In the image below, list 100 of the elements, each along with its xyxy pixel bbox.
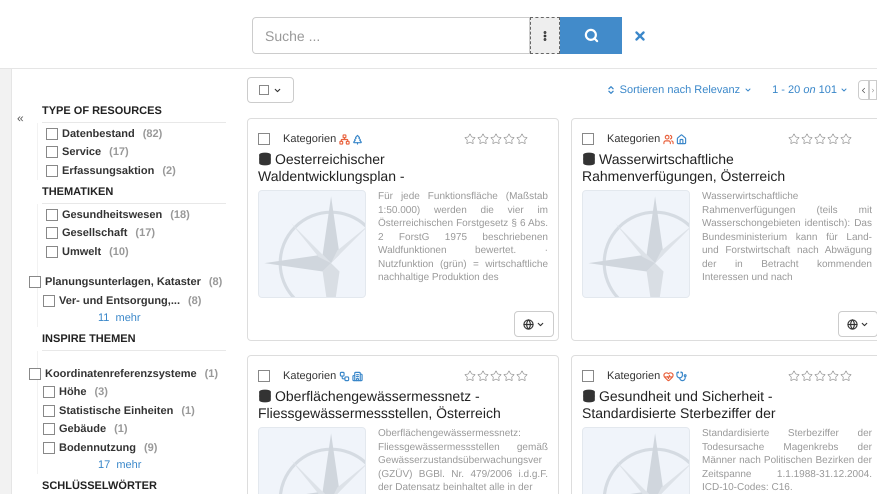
- star-icon[interactable]: [464, 370, 476, 382]
- star-icon[interactable]: [464, 133, 476, 145]
- facet-label[interactable]: Gesundheitswesen: [62, 206, 162, 223]
- checkbox[interactable]: [582, 133, 594, 145]
- checkbox[interactable]: [258, 133, 270, 145]
- checkbox[interactable]: [29, 368, 41, 380]
- paging-dropdown[interactable]: 1 - 20 on 101: [772, 82, 848, 98]
- facet-count: (2): [162, 164, 176, 178]
- facet-count: (18): [170, 208, 190, 222]
- star-icon[interactable]: [814, 370, 826, 382]
- result-description: Wasserwirtschaftliche Rahmenverfügungen (teils mit Wasserschongebieten identisch): Das Bundesministerium kann für Land- und Forstwirtschaft nach Abwägung der in Betracht kommenden Interessen und nach: [702, 190, 872, 285]
- facet-count: (17): [109, 145, 129, 160]
- result-description: Oberflächengewässermessnetz: Fliessgewässermessstellen gemäß Gewässerzustandsüberwachungsver (GZÜV) BGBl. Nr. 479/2006 i.d.g.F. der Datensatz beinhaltet alle in der: [378, 427, 548, 494]
- sort-icon: [606, 85, 616, 95]
- result-title[interactable]: Gesundheit und Sicherheit - Standardisierte Sterbeziffer der: [582, 388, 872, 422]
- facet-label[interactable]: Gebäude: [59, 421, 106, 438]
- show-more-link[interactable]: 17 mehr: [38, 457, 232, 474]
- facet-label[interactable]: Planungsunterlagen, Kataster: [45, 274, 201, 290]
- checkbox[interactable]: [43, 404, 55, 417]
- star-rating[interactable]: [788, 370, 852, 382]
- facet-heading: SCHLÜSSELWÖRTER: [42, 478, 226, 494]
- select-all-dropdown[interactable]: [247, 77, 294, 103]
- facet-label[interactable]: Datenbestand: [62, 126, 135, 142]
- result-title[interactable]: Wasserwirtschaftliche Rahmenverfügungen, Österreich: [582, 151, 872, 185]
- category-label: Kategorien: [607, 132, 660, 147]
- star-icon[interactable]: [840, 370, 852, 382]
- globe-dropdown-button[interactable]: [514, 311, 554, 337]
- star-icon[interactable]: [801, 370, 813, 382]
- checkbox[interactable]: [46, 208, 58, 221]
- facet-heading: THEMATIKEN: [42, 184, 226, 204]
- facet-label[interactable]: Statistische Einheiten: [59, 402, 174, 419]
- facet-label[interactable]: Umwelt: [62, 244, 102, 260]
- checkbox[interactable]: [582, 370, 594, 382]
- caret-icon: [840, 86, 848, 94]
- star-icon[interactable]: [788, 370, 800, 382]
- chevron-right-icon: [870, 86, 876, 94]
- facet-label[interactable]: Ver- und Entsorgung,...: [59, 292, 180, 309]
- globe-dropdown-button[interactable]: [838, 311, 877, 337]
- caret-icon: [744, 86, 752, 94]
- star-icon[interactable]: [516, 370, 528, 382]
- star-icon[interactable]: [840, 133, 852, 145]
- facet-heading: TYPE OF RESOURCES: [42, 103, 226, 122]
- star-icon[interactable]: [490, 133, 502, 145]
- checkbox[interactable]: [43, 442, 55, 454]
- facet-label[interactable]: Höhe: [59, 384, 86, 400]
- result-title[interactable]: Oberflächengewässermessnetz - Fliessgewässermessstellen, Österreich: [258, 388, 548, 422]
- result-description: Standardisierte Sterbeziffer der Todesursache Magenkrebs der Männer nach Politischen Bezirken der Zeitspanne 1.1.1988-31.12.2004. ICD-10-Codes: C16.: [702, 427, 872, 494]
- star-icon[interactable]: [827, 370, 839, 382]
- chevron-left-icon: [859, 86, 868, 94]
- facet-count: (9): [144, 440, 158, 456]
- star-rating[interactable]: [464, 133, 528, 145]
- facet-count: (1): [204, 366, 218, 382]
- checkbox[interactable]: [259, 85, 269, 95]
- checkbox[interactable]: [43, 386, 55, 398]
- database-icon: [258, 152, 272, 166]
- result-title[interactable]: Oesterreichischer Waldentwicklungsplan -: [258, 151, 548, 185]
- facet-label[interactable]: Erfassungsaktion: [62, 162, 154, 179]
- star-icon[interactable]: [814, 133, 826, 145]
- database-icon: [582, 388, 596, 403]
- database-icon: [582, 152, 596, 166]
- show-more-link[interactable]: 11 mehr: [38, 310, 232, 327]
- checkbox[interactable]: [43, 294, 55, 307]
- options-button[interactable]: [530, 17, 560, 54]
- sort-dropdown[interactable]: Sortieren nach Relevanz: [606, 82, 752, 98]
- checkbox[interactable]: [258, 370, 270, 382]
- category-label: Kategorien: [607, 368, 660, 384]
- facet-count: (1): [181, 404, 195, 418]
- star-icon[interactable]: [516, 133, 528, 145]
- category-label: Kategorien: [283, 368, 336, 384]
- facet-label[interactable]: Bodennutzung: [59, 440, 136, 456]
- collapse-toggle[interactable]: «: [17, 109, 24, 127]
- search-button[interactable]: [560, 17, 622, 54]
- star-rating[interactable]: [788, 133, 852, 145]
- star-icon[interactable]: [490, 370, 502, 382]
- checkbox[interactable]: [46, 146, 58, 158]
- star-icon[interactable]: [827, 133, 839, 145]
- facet-label[interactable]: Gesellschaft: [62, 225, 128, 242]
- star-icon[interactable]: [503, 370, 515, 382]
- facet-label[interactable]: Service: [62, 144, 102, 160]
- close-icon: [633, 28, 647, 42]
- star-icon[interactable]: [788, 133, 800, 145]
- facet-heading: INSPIRE THEMEN: [42, 331, 226, 350]
- database-icon: [258, 388, 272, 403]
- checkbox[interactable]: [46, 128, 58, 140]
- facet-count: (17): [135, 226, 155, 241]
- star-icon[interactable]: [477, 370, 489, 382]
- checkbox[interactable]: [43, 423, 55, 436]
- star-icon[interactable]: [477, 133, 489, 145]
- previous-page-button[interactable]: [858, 80, 869, 100]
- facet-label[interactable]: Koordinatenreferenzsysteme: [45, 366, 197, 382]
- facet-count: (8): [188, 294, 202, 308]
- search-field[interactable]: Suche ...: [252, 17, 530, 54]
- checkbox[interactable]: [46, 246, 58, 258]
- star-icon[interactable]: [801, 133, 813, 145]
- globe-icon: [847, 318, 858, 330]
- star-icon[interactable]: [503, 133, 515, 145]
- star-rating[interactable]: [464, 370, 528, 382]
- checkbox[interactable]: [46, 227, 58, 240]
- checkbox[interactable]: [29, 276, 41, 288]
- checkbox[interactable]: [46, 164, 58, 177]
